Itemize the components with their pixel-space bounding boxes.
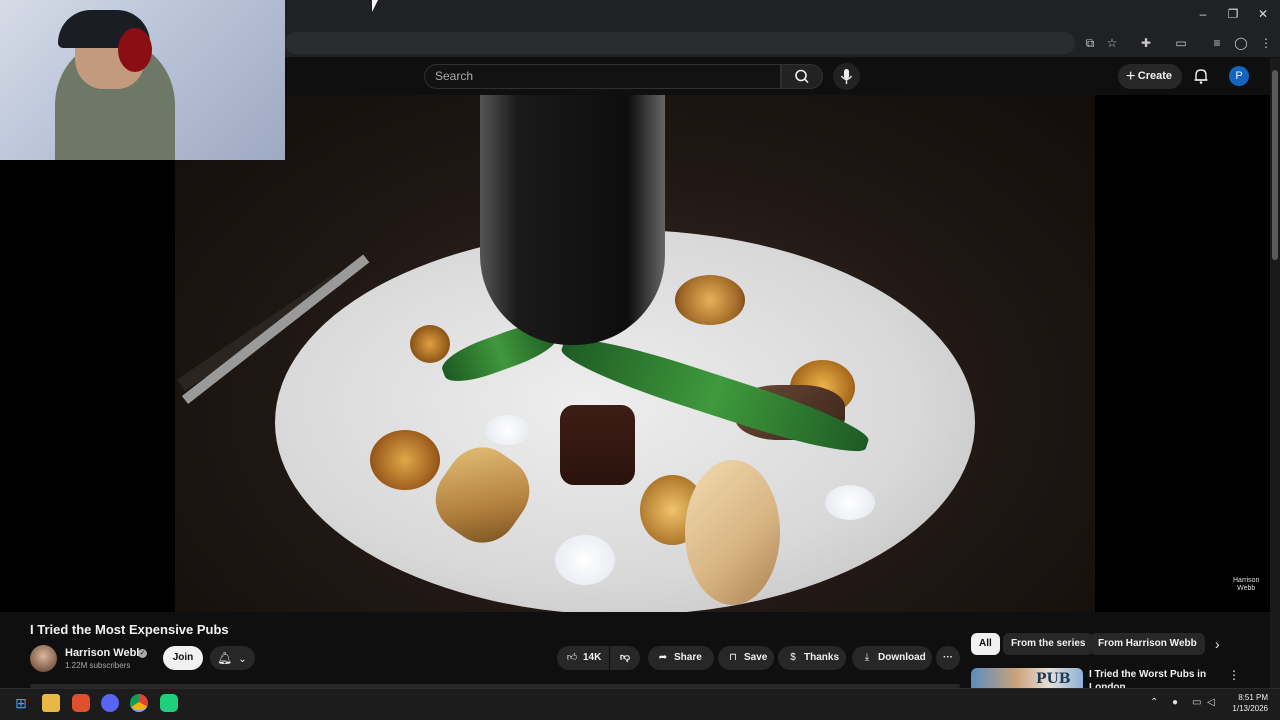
more-actions-button[interactable]: ··· [936, 646, 960, 670]
clock[interactable]: 8:51 PM 1/13/2026 [1228, 692, 1268, 714]
thumbs-up-icon: 👍︎ [566, 652, 578, 663]
like-count: 14K [583, 652, 602, 663]
clock-date: 1/13/2026 [1232, 704, 1268, 713]
plus-icon: + [1126, 68, 1136, 85]
recommendation-menu-icon[interactable]: ⋮ [1228, 668, 1240, 682]
puree-image [685, 460, 780, 605]
search-input[interactable]: Search [424, 64, 781, 89]
create-button[interactable]: + Create [1118, 64, 1182, 89]
profile-icon[interactable]: ◯ [1233, 35, 1249, 51]
thanks-button[interactable]: $ Thanks [778, 646, 846, 670]
download-button[interactable]: ⤓ Download [852, 646, 932, 670]
share-button[interactable]: ➦ Share [648, 646, 714, 670]
video-player[interactable]: Harrison Webb [0, 95, 1270, 612]
scrollbar-thumb[interactable] [1272, 70, 1278, 260]
sidepanel-icon[interactable]: ▭ [1173, 35, 1189, 51]
video-watermark: Harrison Webb [1233, 577, 1260, 592]
spoon-image [480, 95, 665, 345]
extensions-icon[interactable]: ✚ [1138, 35, 1154, 51]
volume-icon[interactable]: ◁ [1207, 697, 1215, 708]
discord-icon[interactable] [101, 694, 119, 712]
chip-all[interactable]: All [971, 633, 1000, 655]
join-button[interactable]: Join [163, 646, 203, 670]
thumbnail-text: PUB [1036, 671, 1071, 687]
more-icon[interactable]: ⋮ [1258, 35, 1274, 51]
search-icon [795, 69, 809, 84]
download-icon: ⤓ [864, 652, 870, 663]
subscription-bell-button[interactable]: 🔔︎ ⌄ [210, 646, 255, 670]
recommendation-thumbnail[interactable]: PUB [971, 668, 1083, 688]
onion-image [410, 325, 450, 363]
windows-start-icon[interactable]: ⊞ [12, 694, 30, 712]
share-icon: ➦ [658, 652, 668, 663]
webcam-overlay [0, 0, 285, 160]
streamer-headset [118, 28, 152, 72]
network-icon[interactable]: ▭ [1192, 697, 1201, 708]
verified-icon: ✓ [138, 649, 147, 658]
more-icon: ··· [943, 652, 953, 663]
thanks-label: Thanks [804, 652, 840, 663]
voice-search-button[interactable] [833, 63, 860, 90]
search-button[interactable] [781, 64, 823, 89]
dislike-button[interactable]: 👎︎ [610, 646, 640, 670]
brave-icon[interactable] [72, 694, 90, 712]
save-button[interactable]: ⊓ Save [718, 646, 774, 670]
chevron-down-icon: ⌄ [238, 654, 247, 665]
thumbs-down-icon: 👎︎ [619, 652, 631, 663]
create-label: Create [1137, 70, 1172, 82]
chevron-up-icon[interactable]: ⌃ [1150, 697, 1158, 708]
share-label: Share [674, 652, 702, 663]
app-icon[interactable] [160, 694, 178, 712]
address-bar[interactable] [285, 32, 1075, 54]
like-button[interactable]: 👍︎ 14K [557, 646, 609, 670]
notifications-bell-icon[interactable] [1192, 67, 1210, 85]
file-explorer-icon[interactable] [42, 694, 60, 712]
chip-from-channel[interactable]: From Harrison Webb [1090, 633, 1205, 655]
star-icon[interactable]: ☆ [1104, 35, 1120, 51]
mouse-cursor [372, 0, 382, 12]
account-avatar[interactable]: P [1229, 66, 1249, 86]
chevron-right-icon[interactable]: › [1215, 636, 1220, 652]
mic-tray-icon[interactable]: ● [1172, 697, 1178, 708]
bookmark-icon: ⊓ [729, 652, 737, 663]
download-label: Download [878, 652, 926, 663]
clock-time: 8:51 PM [1238, 693, 1268, 702]
cream-dot-image [825, 485, 875, 520]
media-icon[interactable]: ≡ [1209, 35, 1225, 51]
video-title: I Tried the Most Expensive Pubs [30, 622, 229, 637]
bell-icon: 🔔︎ [217, 651, 233, 665]
thanks-icon: $ [790, 652, 796, 663]
close-icon[interactable]: ✕ [1252, 4, 1274, 24]
beef-image [560, 405, 635, 485]
chrome-icon[interactable] [130, 694, 148, 712]
save-label: Save [744, 652, 768, 663]
channel-name[interactable]: Harrison Webb [65, 647, 143, 659]
recommendation-title[interactable]: I Tried the Worst Pubs in London [1089, 668, 1209, 688]
restore-icon[interactable]: ❐ [1222, 4, 1244, 24]
channel-avatar[interactable] [30, 645, 57, 672]
cream-dot-image [485, 415, 530, 445]
windows-taskbar [0, 688, 1280, 720]
subscriber-count: 1.22M subscribers [65, 661, 131, 670]
chip-from-series[interactable]: From the series [1003, 633, 1094, 655]
minimize-icon[interactable]: – [1192, 4, 1214, 24]
video-frame [175, 95, 1095, 612]
onion-image [675, 275, 745, 325]
onion-image [370, 430, 440, 490]
cast-icon[interactable]: ⧉ [1082, 35, 1098, 51]
mic-icon [840, 69, 853, 84]
cream-dot-image [555, 535, 615, 585]
